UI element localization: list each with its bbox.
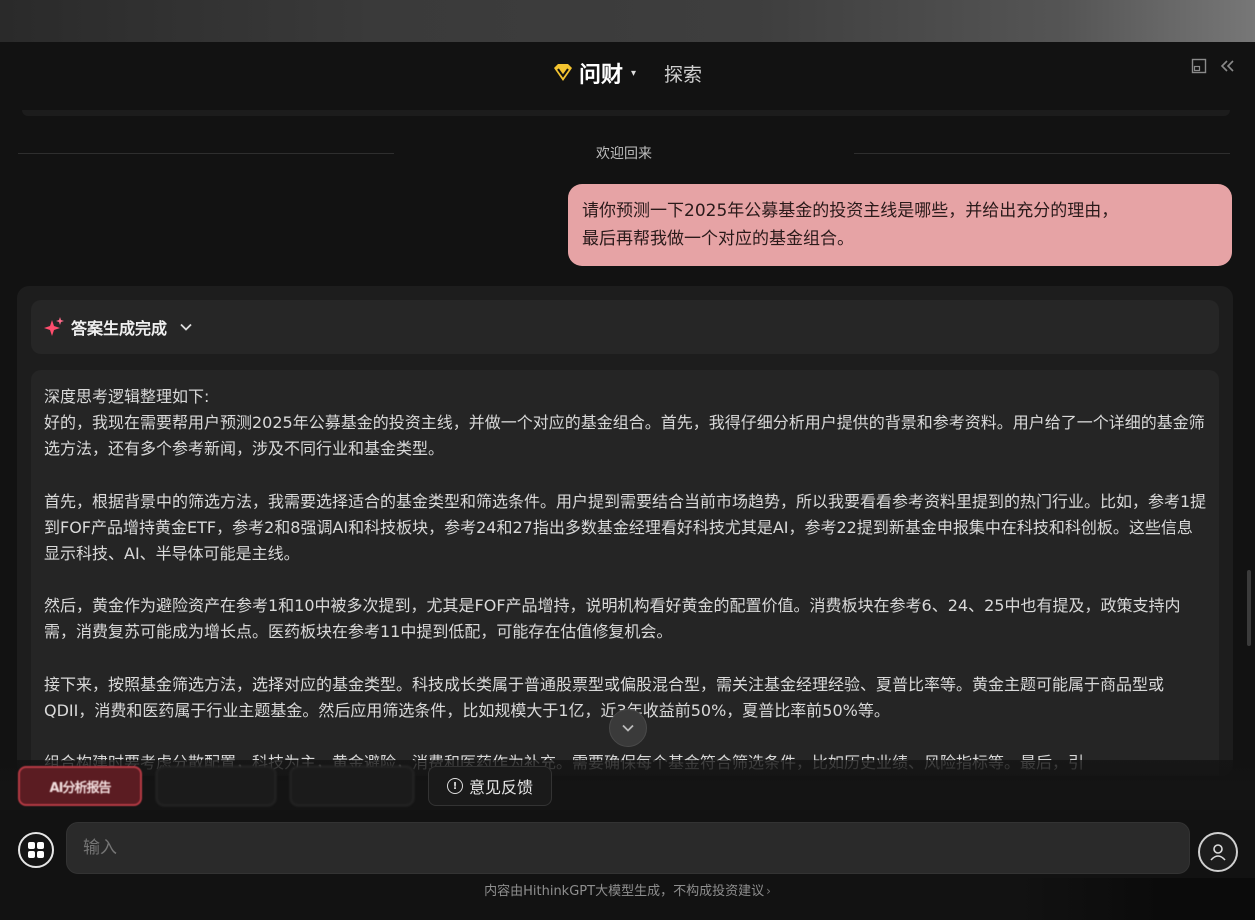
- apps-grid-icon: [28, 842, 44, 858]
- answer-status-toggle[interactable]: 答案生成完成: [31, 300, 1219, 354]
- explore-tab[interactable]: 探索: [664, 60, 702, 87]
- chevron-down-icon: [180, 323, 192, 331]
- feedback-label: 意见反馈: [468, 778, 533, 797]
- ai-report-chip-label: AI分析报告: [49, 780, 112, 796]
- disclaimer-text: 内容由HithinkGPT大模型生成，不构成投资建议: [484, 884, 765, 899]
- chevron-down-icon: [622, 724, 634, 732]
- input-row: [0, 818, 1255, 878]
- brand-switcher[interactable]: 问财 ▾: [553, 57, 636, 89]
- welcome-text: 欢迎回来: [596, 146, 652, 162]
- scroll-down-button[interactable]: [609, 709, 647, 747]
- feedback-icon: !: [446, 778, 463, 794]
- thinking-paragraph: 首先，根据背景中的筛选方法，我需要选择适合的基金类型和筛选条件。用户提到需要结合…: [44, 491, 1207, 564]
- chat-input[interactable]: [83, 838, 1189, 858]
- quick-action-chip[interactable]: [290, 766, 414, 806]
- voice-assistant-icon: [1210, 844, 1226, 861]
- quick-action-chip[interactable]: [156, 766, 276, 806]
- diamond-logo-icon: [553, 64, 572, 81]
- user-message-line: 最后再帮我做一个对应的基金组合。: [582, 229, 854, 249]
- top-strip: [0, 0, 1255, 42]
- header-actions: [1191, 58, 1235, 74]
- layout-icon[interactable]: [1191, 58, 1207, 74]
- top-divider: [22, 110, 1230, 116]
- app-window: 问财 ▾ 探索 欢迎回来 请你预测一下2025年公募基金的投资主线是哪些，并给出…: [0, 0, 1255, 920]
- double-chevron-left-icon[interactable]: [1219, 58, 1235, 74]
- corner-shadow: [1015, 878, 1255, 920]
- thinking-paragraph: 好的，我现在需要帮用户预测2025年公募基金的投资主线，并做一个对应的基金组合。…: [44, 413, 1205, 459]
- user-message-line: 请你预测一下2025年公募基金的投资主线是哪些，并给出充分的理由，: [582, 201, 1119, 221]
- header: 问财 ▾ 探索: [0, 42, 1255, 104]
- welcome-line-left: [18, 152, 394, 154]
- brand-name: 问财: [578, 63, 623, 88]
- answer-status-label: 答案生成完成: [71, 319, 168, 338]
- welcome-line-right: [854, 152, 1230, 154]
- thinking-title: 深度思考逻辑整理如下:: [44, 387, 210, 406]
- answer-card: 答案生成完成 深度思考逻辑整理如下: 好的，我现在需要帮用户预测2025年公募基…: [17, 286, 1233, 776]
- apps-grid-button[interactable]: [18, 832, 54, 868]
- thinking-paragraph: 然后，黄金作为避险资产在参考1和10中被多次提到，尤其是FOF产品增持，说明机构…: [44, 596, 1181, 642]
- chevron-right-icon: ›: [766, 884, 771, 898]
- welcome-row: 欢迎回来: [0, 140, 1255, 166]
- user-message-bubble: 请你预测一下2025年公募基金的投资主线是哪些，并给出充分的理由， 最后再帮我做…: [568, 184, 1232, 266]
- voice-assistant-button[interactable]: [1198, 832, 1238, 872]
- chevron-down-icon: ▾: [630, 67, 637, 79]
- scrollbar-thumb[interactable]: [1247, 570, 1251, 646]
- chat-input-box[interactable]: [66, 822, 1190, 874]
- ai-report-chip[interactable]: AI分析报告: [18, 766, 142, 806]
- sparkle-icon: [44, 317, 64, 336]
- feedback-button[interactable]: ! 意见反馈: [428, 766, 552, 806]
